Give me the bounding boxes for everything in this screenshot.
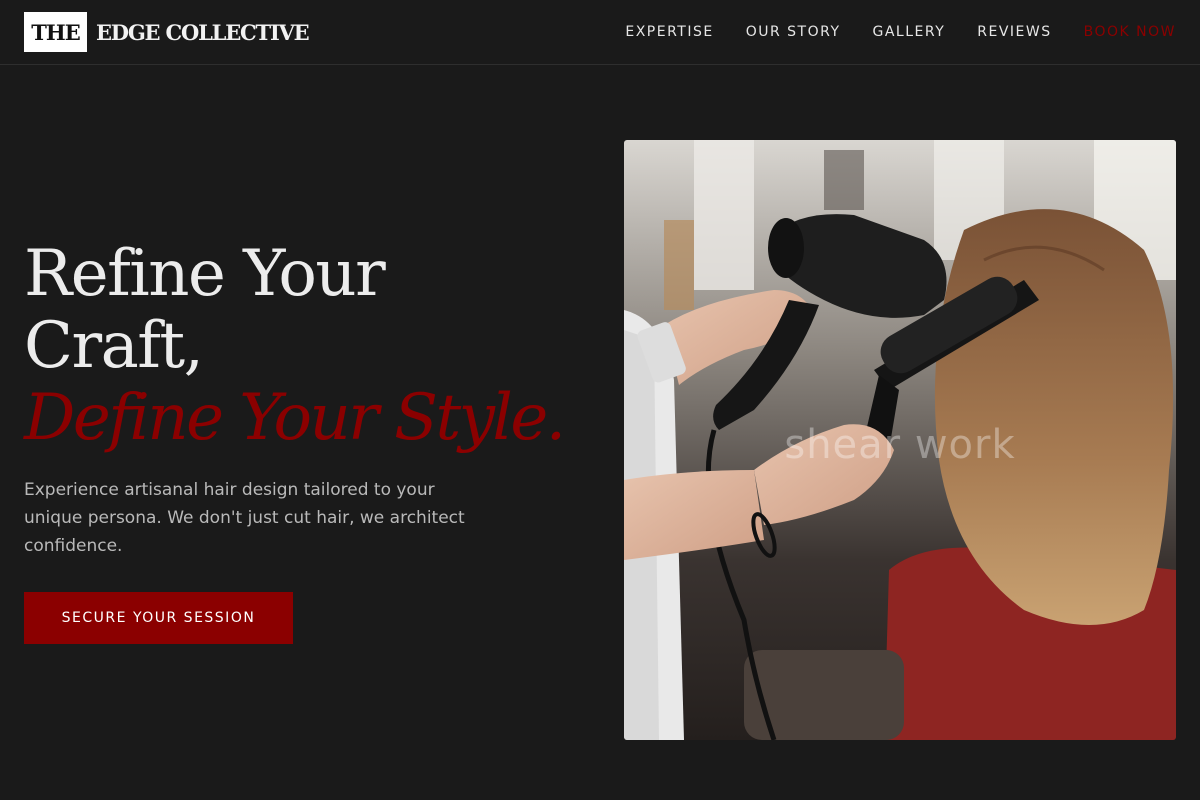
nav-link-gallery[interactable]: GALLERY: [873, 24, 946, 40]
nav-link-reviews[interactable]: REVIEWS: [977, 24, 1051, 40]
nav-book-now-link[interactable]: BOOK NOW: [1084, 24, 1176, 40]
hero-image-stylist-blowdrying: shear work: [624, 140, 1176, 740]
hero-description: Experience artisanal hair design tailore…: [24, 480, 465, 556]
image-watermark: shear work: [784, 422, 1016, 468]
logo-wordmark: EDGE COLLECTIVE: [96, 19, 310, 45]
nav-link-our-story[interactable]: OUR STORY: [746, 24, 841, 40]
nav-link-expertise[interactable]: EXPERTISE: [625, 24, 713, 40]
hero-title-line-1: Refine Your: [24, 237, 386, 311]
main-nav: EXPERTISE OUR STORY GALLERY REVIEWS BOOK…: [625, 24, 1176, 40]
logo-mark: THE: [24, 12, 87, 52]
hero-title-line-2: Craft,: [24, 309, 204, 383]
site-header: THE EDGE COLLECTIVE EXPERTISE OUR STORY …: [0, 0, 1200, 65]
hero-title: Refine Your Craft, Define Your Style.: [24, 238, 624, 454]
hero-title-accent: Define Your Style.: [24, 381, 566, 455]
brand-logo[interactable]: THE EDGE COLLECTIVE: [24, 12, 310, 52]
secure-session-button[interactable]: SECURE YOUR SESSION: [24, 592, 293, 644]
